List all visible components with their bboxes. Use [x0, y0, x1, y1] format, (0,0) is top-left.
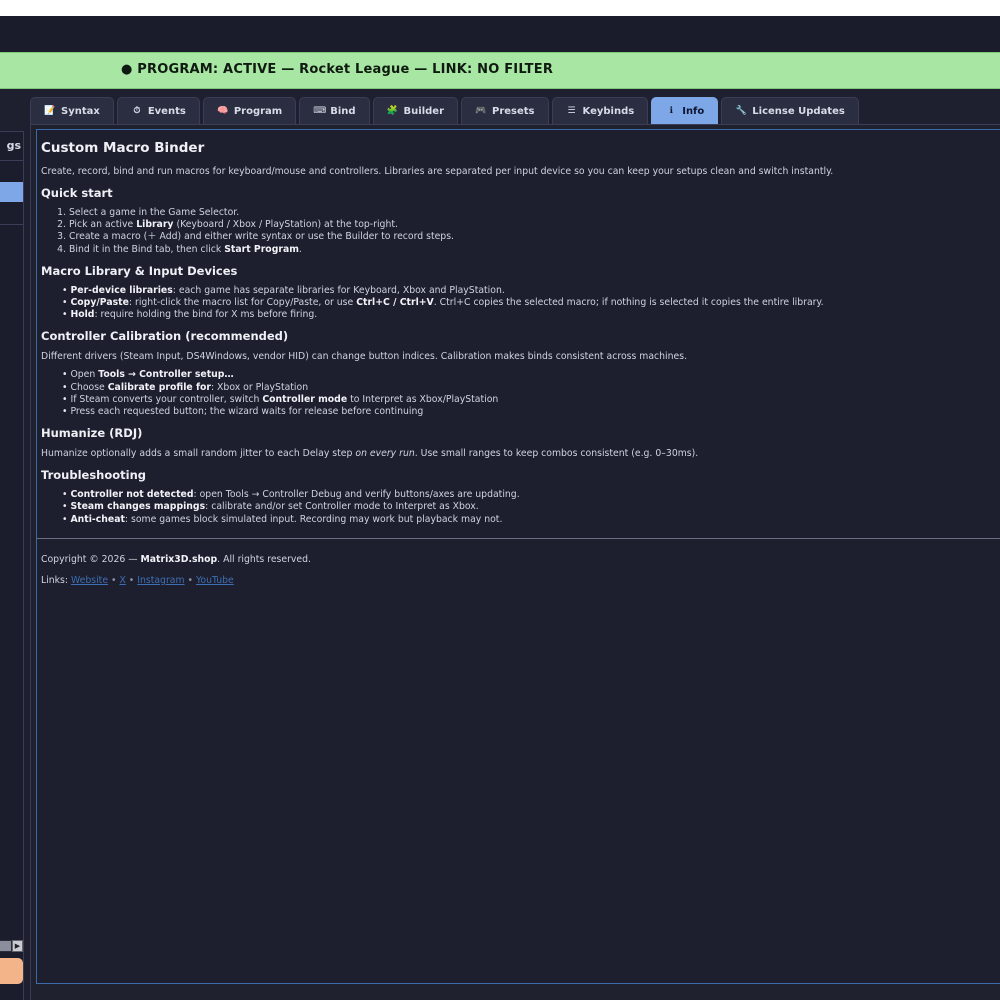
keyboard-icon: ⌨ — [313, 106, 327, 116]
tab-program[interactable]: 🧠 Program — [202, 97, 297, 124]
left-sidebar: gs ▶ — [0, 131, 24, 1000]
troubleshooting-list: Controller not detected: open Tools → Co… — [62, 489, 1000, 526]
left-sidebar-header-label: gs — [6, 139, 21, 152]
link-youtube[interactable]: YouTube — [196, 575, 234, 586]
footer-links: Links: Website • X • Instagram • YouTube — [41, 574, 234, 586]
selected-list-item[interactable] — [0, 182, 23, 202]
tab-label: Events — [147, 105, 186, 117]
scrollbar-thumb[interactable] — [0, 941, 11, 951]
tab-label: Program — [233, 105, 283, 117]
tab-label: Bind — [330, 105, 356, 117]
top-band — [0, 16, 1000, 52]
page-title: Custom Macro Binder — [41, 140, 205, 156]
tab-presets[interactable]: 🎮 Presets — [461, 97, 549, 124]
tab-info[interactable]: ℹ Info — [651, 97, 719, 124]
quick-start-list: Select a game in the Game Selector. Pick… — [69, 207, 1000, 256]
list-item: Anti-cheat: some games block simulated i… — [62, 514, 1000, 526]
list-item: Select a game in the Game Selector. — [69, 207, 1000, 219]
list-item: Press each requested button; the wizard … — [62, 406, 1000, 418]
note-icon: 📝 — [44, 106, 56, 116]
humanize-heading: Humanize (RDJ) — [41, 426, 143, 441]
link-website[interactable]: Website — [71, 575, 108, 586]
footer-divider — [37, 537, 1000, 539]
list-item: If Steam converts your controller, switc… — [62, 394, 1000, 406]
list-item: Steam changes mappings: calibrate and/or… — [62, 501, 1000, 513]
program-status-text: ● PROGRAM: ACTIVE — Rocket League — LINK… — [121, 62, 554, 77]
tab-label: Presets — [492, 105, 535, 117]
calibration-list: Open Tools → Controller setup… Choose Ca… — [62, 369, 1000, 418]
tab-label: Syntax — [61, 105, 100, 117]
horizontal-scrollbar[interactable]: ▶ — [0, 940, 23, 952]
tab-label: Keybinds — [582, 105, 635, 117]
tab-events[interactable]: ⏱ Events — [116, 97, 200, 124]
window-top-edge — [0, 0, 1000, 16]
list-icon: ☰ — [567, 106, 576, 116]
list-item: Pick an active Library (Keyboard / Xbox … — [69, 219, 1000, 231]
sidebar-action-button[interactable] — [0, 958, 23, 984]
quick-start-heading: Quick start — [41, 186, 113, 200]
library-heading: Macro Library & Input Devices — [41, 263, 238, 278]
tab-bind[interactable]: ⌨ Bind — [299, 97, 370, 124]
library-list: Per-device libraries: each game has sepa… — [62, 285, 1000, 322]
gamepad-icon: 🎮 — [475, 106, 487, 116]
calibration-description: Different drivers (Steam Input, DS4Windo… — [41, 351, 688, 363]
tab-builder[interactable]: 🧩 Builder — [372, 97, 458, 124]
puzzle-icon: 🧩 — [386, 106, 399, 116]
list-item: Hold: require holding the bind for X ms … — [62, 309, 1000, 321]
list-item: Bind it in the Bind tab, then click Star… — [69, 244, 1000, 256]
list-item: Per-device libraries: each game has sepa… — [62, 285, 1000, 297]
list-item: Create a macro (＋ Add) and either write … — [69, 231, 1000, 243]
humanize-description: Humanize optionally adds a small random … — [41, 448, 699, 460]
list-item: Open Tools → Controller setup… — [62, 369, 1000, 381]
brain-icon: 🧠 — [217, 106, 229, 116]
list-item: Controller not detected: open Tools → Co… — [62, 489, 1000, 501]
intro-text: Create, record, bind and run macros for … — [41, 166, 834, 177]
info-icon: ℹ — [669, 106, 673, 116]
copyright-text: Copyright © 2026 — Matrix3D.shop. All ri… — [41, 553, 312, 565]
left-sidebar-header[interactable]: gs — [0, 131, 24, 161]
scroll-right-arrow-icon[interactable]: ▶ — [12, 940, 23, 952]
calibration-heading: Controller Calibration (recommended) — [41, 329, 289, 344]
troubleshooting-heading: Troubleshooting — [41, 468, 147, 483]
tab-label: Info — [682, 105, 705, 117]
app-window: ● PROGRAM: ACTIVE — Rocket League — LINK… — [0, 16, 1000, 1000]
link-instagram[interactable]: Instagram — [137, 575, 184, 586]
tab-label: Builder — [403, 105, 444, 117]
tab-license-updates[interactable]: 🔧 License Updates — [721, 97, 859, 124]
tab-keybinds[interactable]: ☰ Keybinds — [551, 97, 649, 124]
main-tabs: 📝 Syntax ⏱ Events 🧠 Program ⌨ Bind 🧩 Bui… — [30, 97, 859, 124]
wrench-icon: 🔧 — [735, 106, 747, 116]
sidebar-divider — [0, 224, 23, 225]
tab-label: License Updates — [752, 105, 845, 117]
info-panel: Custom Macro Binder Create, record, bind… — [36, 129, 1000, 984]
program-status-bar: ● PROGRAM: ACTIVE — Rocket League — LINK… — [0, 52, 1000, 89]
tab-syntax[interactable]: 📝 Syntax — [30, 97, 114, 124]
list-item: Choose Calibrate profile for: Xbox or Pl… — [62, 382, 1000, 394]
timer-icon: ⏱ — [133, 106, 141, 116]
list-item: Copy/Paste: right-click the macro list f… — [62, 297, 1000, 309]
